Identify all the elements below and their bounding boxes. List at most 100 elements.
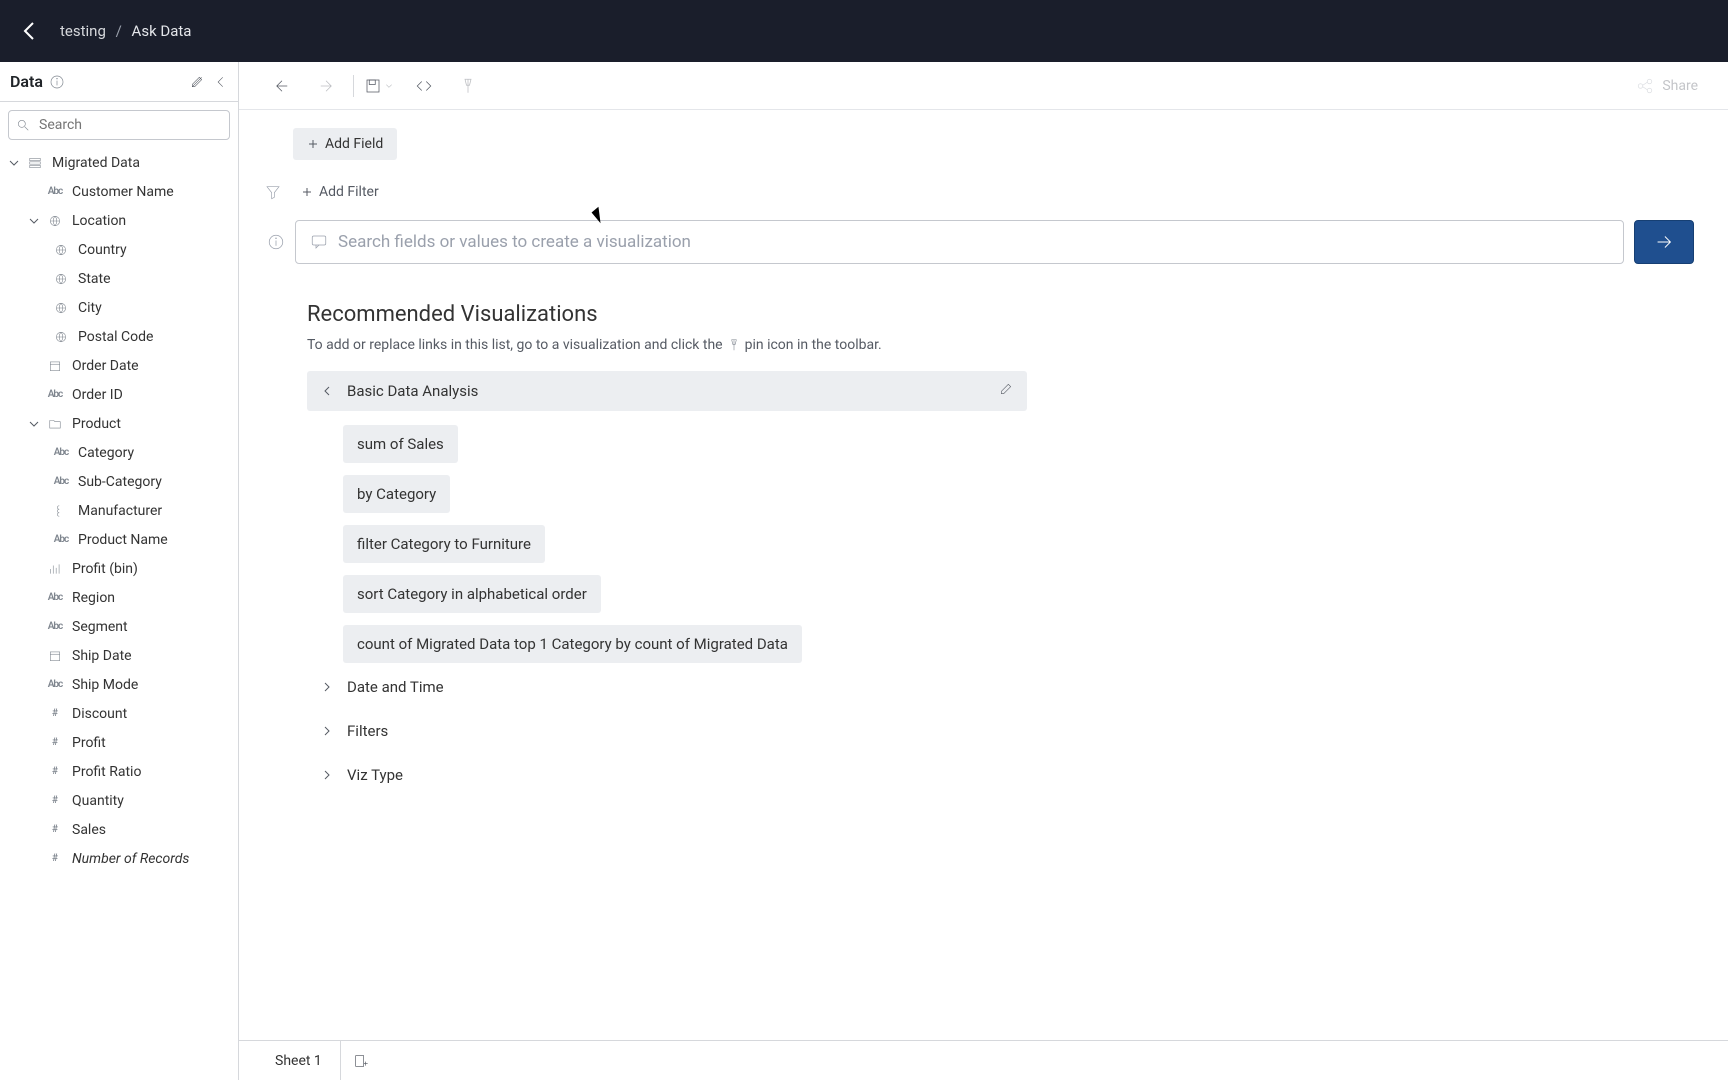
breadcrumb-sep: / xyxy=(116,22,122,40)
string-icon: Abc xyxy=(52,475,70,489)
field-region[interactable]: AbcRegion xyxy=(0,583,238,612)
collapse-sidebar-icon[interactable] xyxy=(214,75,228,89)
back-arrow-icon[interactable] xyxy=(18,19,42,43)
info-icon[interactable] xyxy=(267,233,285,251)
ask-input[interactable] xyxy=(338,232,1609,252)
caret-icon xyxy=(8,157,20,169)
group-basic: Basic Data Analysis sum of Sales by Cate… xyxy=(307,371,1694,795)
field-category[interactable]: AbcCategory xyxy=(0,438,238,467)
field-order-date[interactable]: Order Date xyxy=(0,351,238,380)
field-sales[interactable]: #Sales xyxy=(0,815,238,844)
field-state[interactable]: State xyxy=(0,264,238,293)
string-icon: Abc xyxy=(46,678,64,692)
caret-down-icon xyxy=(385,82,393,90)
field-segment[interactable]: AbcSegment xyxy=(0,612,238,641)
sheet-tabs: Sheet 1 xyxy=(239,1040,1728,1080)
field-product-name[interactable]: AbcProduct Name xyxy=(0,525,238,554)
breadcrumb: testing / Ask Data xyxy=(60,22,191,40)
field-location[interactable]: Location xyxy=(0,206,238,235)
pin-button[interactable] xyxy=(455,73,481,99)
filter-row: Add Filter xyxy=(265,184,1694,200)
pin-icon xyxy=(727,338,741,352)
field-ship-date[interactable]: Ship Date xyxy=(0,641,238,670)
chips-basic: sum of Sales by Category filter Category… xyxy=(343,425,1694,663)
chevron-right-icon xyxy=(321,725,333,737)
chat-icon xyxy=(310,233,328,251)
toolbar-divider xyxy=(353,75,354,97)
field-profit-bin[interactable]: Profit (bin) xyxy=(0,554,238,583)
group-header-basic[interactable]: Basic Data Analysis xyxy=(307,371,1027,411)
edit-group-button[interactable] xyxy=(999,382,1013,400)
group-icon xyxy=(52,504,70,518)
string-icon: Abc xyxy=(46,591,64,605)
number-icon: # xyxy=(46,707,64,721)
string-icon: Abc xyxy=(52,446,70,460)
date-icon xyxy=(46,649,64,663)
add-field-button[interactable]: Add Field xyxy=(293,128,397,160)
save-dropdown[interactable] xyxy=(364,77,393,95)
add-filter-button[interactable]: Add Filter xyxy=(301,184,379,200)
submit-button[interactable] xyxy=(1634,220,1694,264)
group-header-datetime[interactable]: Date and Time xyxy=(307,667,1694,707)
info-icon[interactable] xyxy=(49,74,65,90)
field-city[interactable]: City xyxy=(0,293,238,322)
chevron-right-icon xyxy=(321,681,333,693)
search-input[interactable] xyxy=(8,110,230,140)
toolbar: Share xyxy=(239,62,1728,110)
datasource-icon xyxy=(26,156,44,170)
ask-input-wrap xyxy=(295,220,1624,264)
rec-title: Recommended Visualizations xyxy=(307,302,1694,327)
field-discount[interactable]: #Discount xyxy=(0,699,238,728)
caret-icon xyxy=(28,215,40,227)
geo-icon xyxy=(52,301,70,315)
number-icon: # xyxy=(46,765,64,779)
pencil-icon[interactable] xyxy=(190,75,204,89)
pane-title: Data xyxy=(10,72,43,91)
datasource-row[interactable]: Migrated Data xyxy=(0,148,238,177)
chip-by-category[interactable]: by Category xyxy=(343,475,450,513)
search-icon xyxy=(16,118,30,132)
tab-sheet1[interactable]: Sheet 1 xyxy=(257,1041,341,1080)
undo-button[interactable] xyxy=(269,73,295,99)
share-button[interactable]: Share xyxy=(1636,77,1698,95)
field-ship-mode[interactable]: AbcShip Mode xyxy=(0,670,238,699)
field-country[interactable]: Country xyxy=(0,235,238,264)
arrow-right-icon xyxy=(1653,231,1675,253)
rec-subtitle: To add or replace links in this list, go… xyxy=(307,337,1694,353)
caret-icon xyxy=(28,418,40,430)
field-order-id[interactable]: AbcOrder ID xyxy=(0,380,238,409)
chip-sort-category[interactable]: sort Category in alphabetical order xyxy=(343,575,601,613)
redo-button[interactable] xyxy=(313,73,339,99)
ask-row xyxy=(267,220,1694,264)
breadcrumb-project[interactable]: testing xyxy=(60,22,106,40)
number-icon: # xyxy=(46,736,64,750)
field-customer-name[interactable]: AbcCustomer Name xyxy=(0,177,238,206)
number-icon: # xyxy=(46,794,64,808)
code-button[interactable] xyxy=(411,73,437,99)
field-manufacturer[interactable]: Manufacturer xyxy=(0,496,238,525)
string-icon: Abc xyxy=(46,620,64,634)
group-header-viztype[interactable]: Viz Type xyxy=(307,755,1694,795)
geo-icon xyxy=(52,272,70,286)
chip-filter-furniture[interactable]: filter Category to Furniture xyxy=(343,525,545,563)
new-sheet-icon xyxy=(353,1053,369,1069)
field-postal-code[interactable]: Postal Code xyxy=(0,322,238,351)
chip-sum-sales[interactable]: sum of Sales xyxy=(343,425,458,463)
field-subcategory[interactable]: AbcSub-Category xyxy=(0,467,238,496)
field-quantity[interactable]: #Quantity xyxy=(0,786,238,815)
chip-count-migrated[interactable]: count of Migrated Data top 1 Category by… xyxy=(343,625,802,663)
field-profit[interactable]: #Profit xyxy=(0,728,238,757)
geo-icon xyxy=(52,243,70,257)
add-sheet-button[interactable] xyxy=(341,1041,381,1080)
field-profit-ratio[interactable]: #Profit Ratio xyxy=(0,757,238,786)
pane-tools xyxy=(190,75,228,89)
string-icon: Abc xyxy=(46,388,64,402)
group-header-filters[interactable]: Filters xyxy=(307,711,1694,751)
pane-header: Data xyxy=(0,62,238,102)
search-box xyxy=(8,110,230,140)
chevron-down-icon xyxy=(321,385,333,397)
save-icon xyxy=(364,77,382,95)
funnel-icon xyxy=(265,184,281,200)
field-product[interactable]: Product xyxy=(0,409,238,438)
field-number-of-records[interactable]: #Number of Records xyxy=(0,844,238,873)
